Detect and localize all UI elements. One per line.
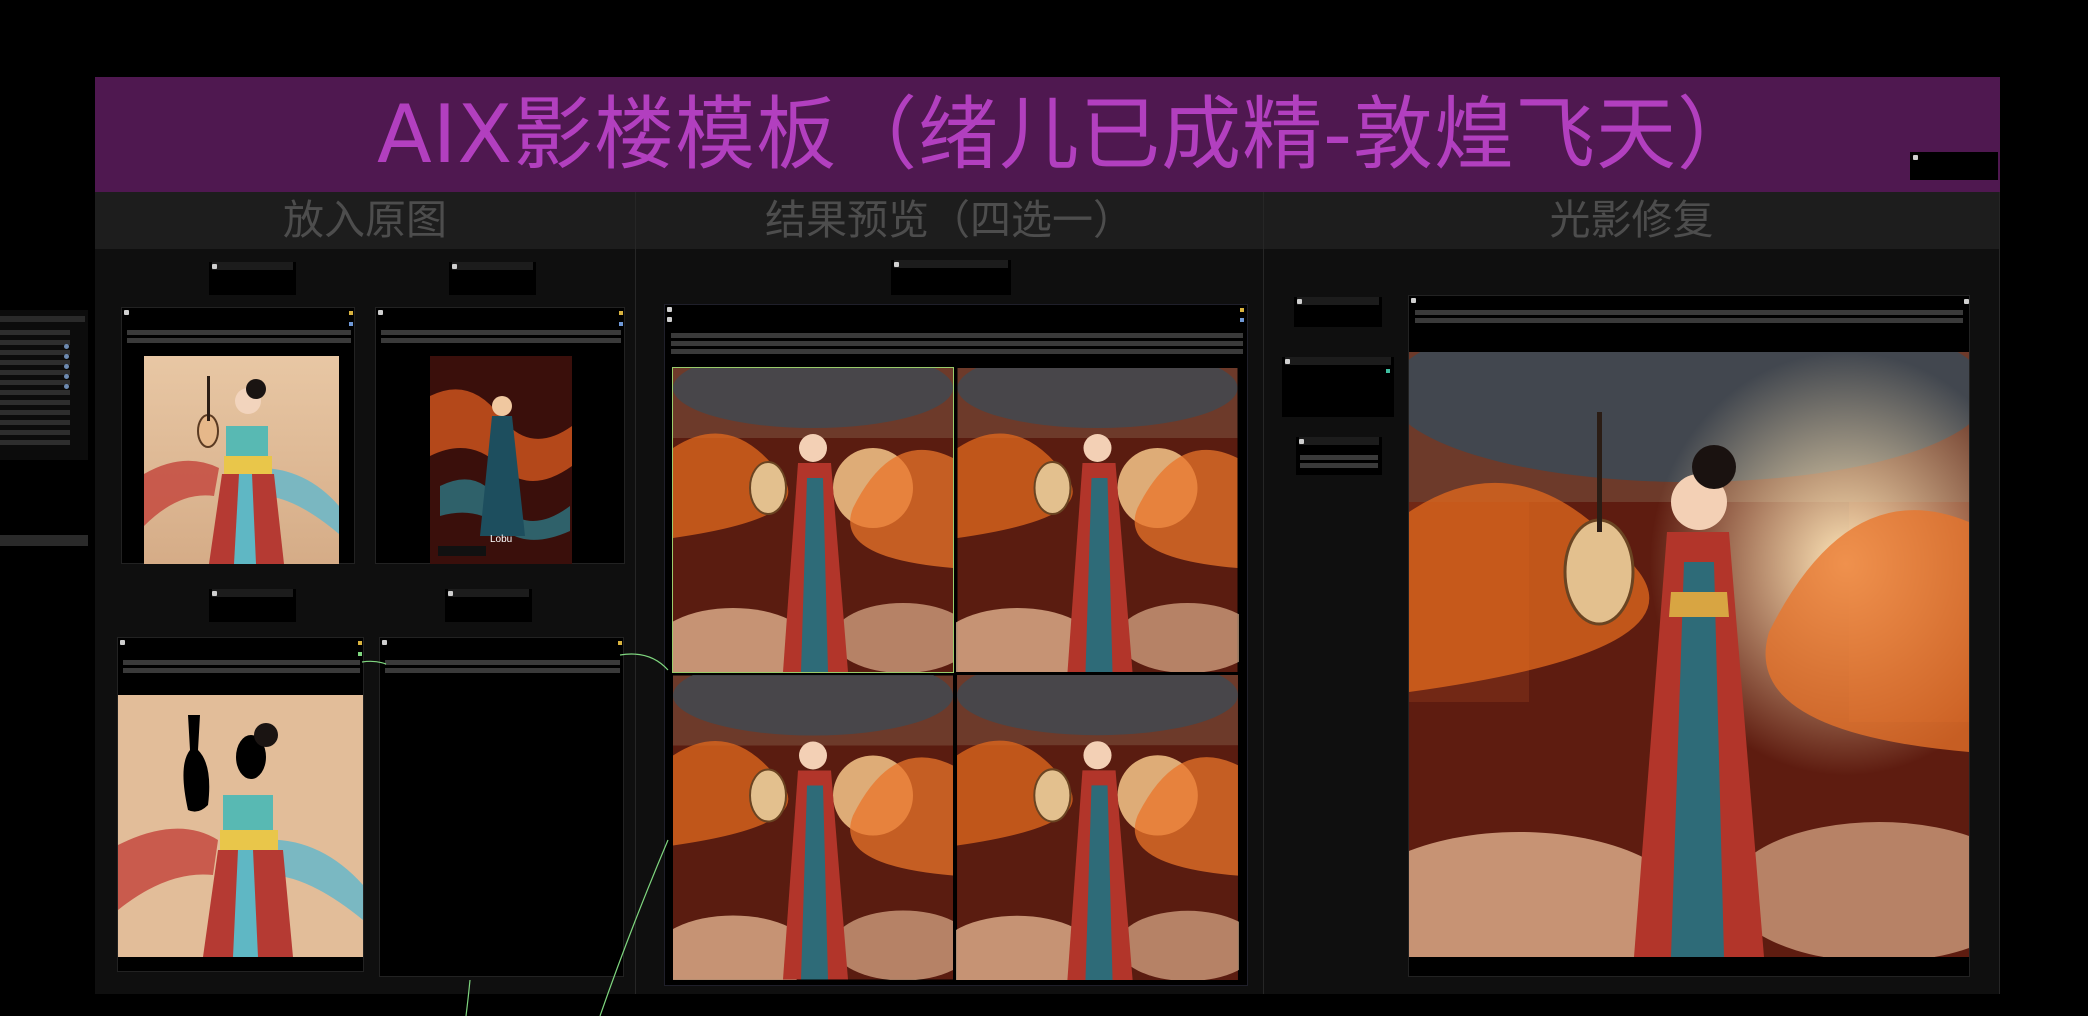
node-connection-wires [361, 653, 669, 1016]
